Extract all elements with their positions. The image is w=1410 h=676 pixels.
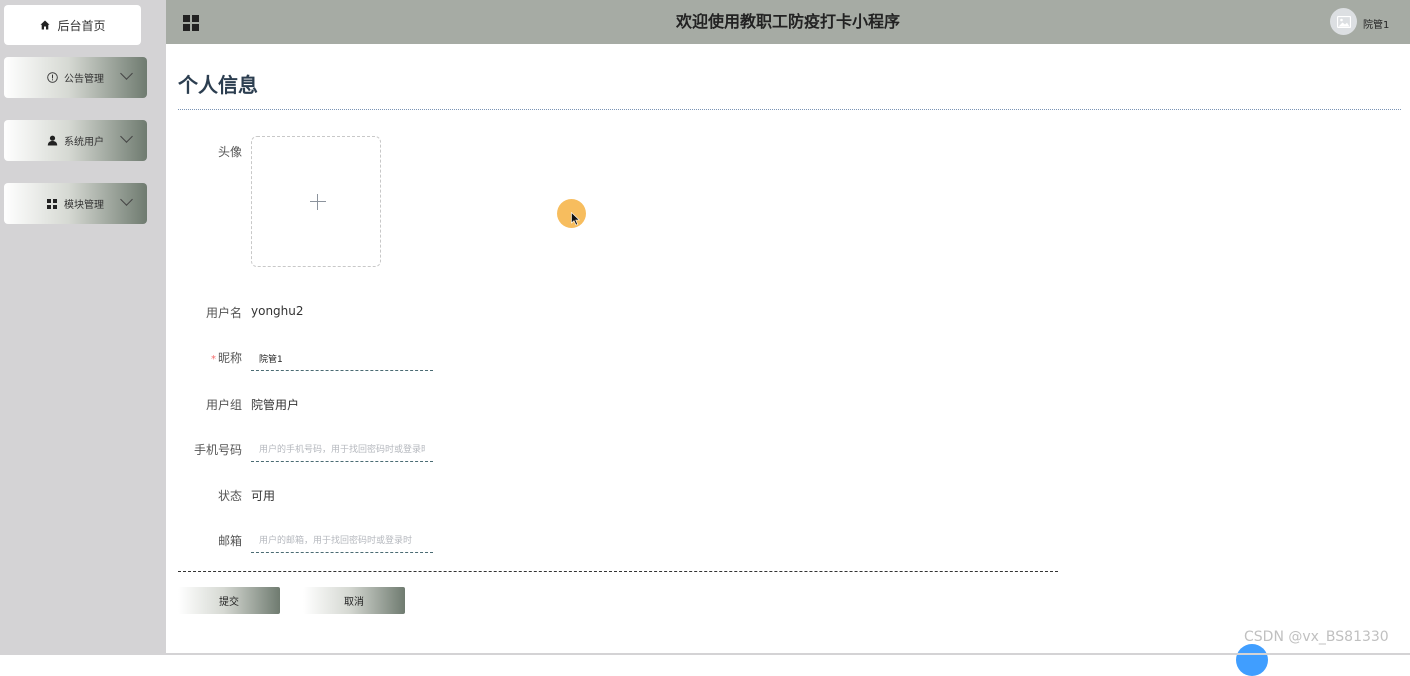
grid-icon xyxy=(46,198,58,209)
sidebar-item-users[interactable]: 系统用户 xyxy=(4,120,147,161)
username-value: yonghu2 xyxy=(251,304,304,318)
nickname-label-text: 昵称 xyxy=(217,351,242,365)
title-divider xyxy=(178,109,1401,110)
sidebar-item-home[interactable]: 后台首页 xyxy=(4,5,141,45)
app-title: 欢迎使用教职工防疫打卡小程序 xyxy=(675,12,900,31)
chevron-down-icon xyxy=(120,130,133,143)
mouse-pointer-icon xyxy=(571,212,581,226)
help-button[interactable] xyxy=(1236,644,1268,676)
sidebar-item-label: 系统用户 xyxy=(64,137,104,148)
top-bar: 欢迎使用教职工防疫打卡小程序 院管1 xyxy=(166,0,1410,44)
info-circle-icon xyxy=(46,72,58,83)
cancel-button[interactable]: 取消 xyxy=(303,587,405,614)
avatar-uploader[interactable] xyxy=(251,136,381,267)
user-avatar[interactable] xyxy=(1330,8,1357,35)
email-label: 邮箱 xyxy=(217,534,242,548)
phone-label: 手机号码 xyxy=(193,443,242,457)
user-icon xyxy=(46,135,58,146)
chevron-down-icon xyxy=(120,67,133,80)
status-value: 可用 xyxy=(251,489,276,503)
chevron-down-icon xyxy=(120,193,133,206)
group-value: 院管用户 xyxy=(251,398,300,412)
nickname-label: * 昵称 xyxy=(172,349,242,366)
home-icon xyxy=(39,20,51,30)
submit-button[interactable]: 提交 xyxy=(178,587,280,614)
sidebar-item-modules[interactable]: 模块管理 xyxy=(4,183,147,224)
plus-icon xyxy=(310,194,326,210)
nickname-input[interactable] xyxy=(251,347,433,371)
email-input[interactable] xyxy=(251,529,433,553)
sidebar-item-label: 后台首页 xyxy=(57,18,106,33)
image-placeholder-icon xyxy=(1336,15,1351,28)
form-divider xyxy=(178,571,1058,572)
sidebar-item-notice[interactable]: 公告管理 xyxy=(4,57,147,98)
sidebar: 后台首页 公告管理 系统用户 模块管理 xyxy=(0,0,166,655)
sidebar-item-label: 模块管理 xyxy=(64,200,104,211)
avatar-label: 头像 xyxy=(217,145,242,159)
sidebar-item-label: 公告管理 xyxy=(64,74,104,85)
username-label: 用户名 xyxy=(205,306,242,320)
group-label: 用户组 xyxy=(205,398,242,412)
phone-input[interactable] xyxy=(251,438,433,462)
required-mark: * xyxy=(210,354,216,365)
status-label: 状态 xyxy=(217,489,242,503)
page-title: 个人信息 xyxy=(178,73,258,97)
watermark: CSDN @vx_BS81330 xyxy=(1244,629,1389,645)
user-name[interactable]: 院管1 xyxy=(1363,16,1389,31)
